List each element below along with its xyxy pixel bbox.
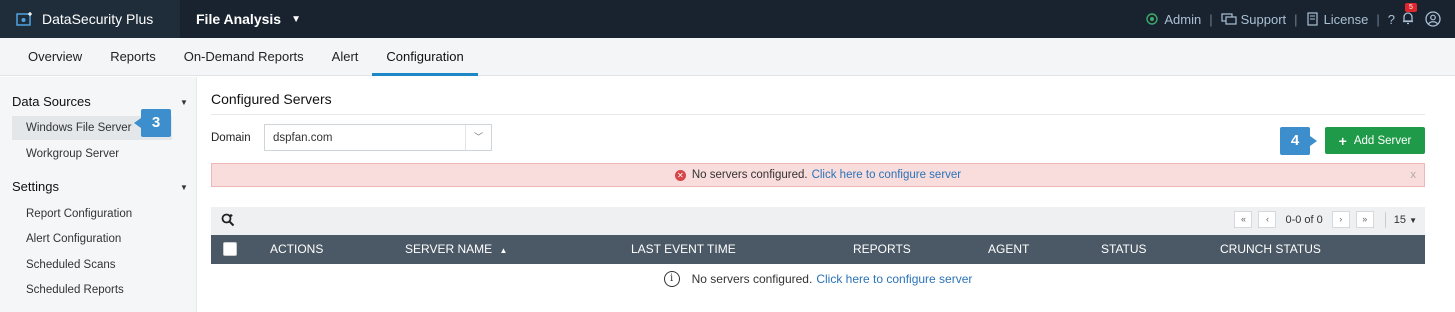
next-page-icon[interactable]: ›	[1331, 211, 1350, 228]
table-header: ACTIONS SERVER NAME ▲ LAST EVENT TIME RE…	[211, 235, 1425, 264]
table-toolbar: « ‹ 0-0 of 0 › » 15 ▼	[211, 207, 1425, 235]
admin-icon	[1146, 13, 1159, 25]
configure-server-link[interactable]: Click here to configure server	[816, 272, 972, 286]
chevron-down-icon[interactable]: ▼	[180, 98, 188, 107]
column-actions: ACTIONS	[270, 242, 324, 256]
column-server-name[interactable]: SERVER NAME ▲	[405, 242, 507, 256]
sort-ascending-icon: ▲	[499, 246, 508, 255]
empty-table-message: i No servers configured. Click here to c…	[211, 264, 1425, 294]
column-crunch-status[interactable]: CRUNCH STATUS	[1220, 242, 1321, 256]
column-reports[interactable]: REPORTS	[853, 242, 911, 256]
divider	[1384, 211, 1386, 228]
tab-alert[interactable]: Alert	[318, 38, 373, 76]
module-name: File Analysis	[196, 11, 282, 27]
first-page-icon[interactable]: «	[1234, 211, 1253, 228]
last-page-icon[interactable]: »	[1355, 211, 1374, 228]
column-last-event-time[interactable]: LAST EVENT TIME	[631, 242, 736, 256]
page-title: Configured Servers	[211, 91, 332, 107]
admin-label: Admin	[1164, 11, 1202, 27]
main-tabs: Overview Reports On-Demand Reports Alert…	[0, 38, 1455, 76]
domain-select[interactable]: dspfan.com ﹀	[264, 124, 492, 151]
chevron-down-icon: ▼	[291, 13, 301, 25]
page-size-value: 15	[1393, 213, 1407, 226]
caret-down-icon: ▼	[1409, 215, 1417, 225]
divider: |	[1209, 11, 1213, 27]
search-icon[interactable]	[221, 213, 235, 227]
support-icon	[1221, 13, 1237, 25]
page-size-select[interactable]: 15 ▼	[1394, 214, 1417, 226]
support-label: Support	[1240, 11, 1287, 27]
sidebar-item-alert-configuration[interactable]: Alert Configuration	[26, 233, 121, 245]
admin-link[interactable]: Admin	[1144, 12, 1201, 27]
user-avatar-icon[interactable]	[1425, 11, 1441, 27]
add-server-label: Add Server	[1353, 134, 1412, 147]
bell-icon	[1403, 12, 1413, 25]
divider: |	[1294, 11, 1298, 27]
prev-page-icon[interactable]: ‹	[1258, 211, 1277, 228]
column-server-name-label: SERVER NAME	[405, 242, 493, 256]
sidebar-section-settings[interactable]: Settings	[12, 179, 59, 194]
close-icon[interactable]: x	[1411, 169, 1417, 181]
step-3-callout: 3	[134, 109, 171, 137]
brand-logo[interactable]: DataSecurity Plus	[0, 0, 180, 38]
top-right-links: Admin | Support | License | ? 5	[1144, 0, 1441, 38]
license-link[interactable]: License	[1306, 11, 1369, 27]
add-server-button[interactable]: + Add Server	[1325, 127, 1425, 154]
top-bar: DataSecurity Plus File Analysis ▼ Admin …	[0, 0, 1455, 38]
select-all-checkbox[interactable]	[223, 242, 237, 256]
tab-configuration[interactable]: Configuration	[372, 38, 478, 76]
sidebar-item-workgroup-server[interactable]: Workgroup Server	[26, 148, 119, 160]
help-icon[interactable]: ?	[1388, 12, 1395, 27]
error-icon: ✕	[674, 169, 686, 181]
plus-icon: +	[1338, 132, 1347, 149]
info-icon: i	[663, 271, 680, 287]
license-label: License	[1323, 11, 1369, 27]
domain-label: Domain	[211, 132, 251, 144]
module-switcher[interactable]: File Analysis ▼	[196, 0, 301, 38]
sidebar-item-report-configuration[interactable]: Report Configuration	[26, 208, 132, 220]
alert-text: No servers configured.	[691, 169, 808, 181]
chevron-down-icon[interactable]: ﹀	[465, 125, 491, 150]
domain-value: dspfan.com	[273, 132, 333, 144]
tab-reports[interactable]: Reports	[96, 38, 170, 76]
sidebar-section-data-sources[interactable]: Data Sources	[12, 94, 91, 109]
support-link[interactable]: Support	[1221, 11, 1287, 27]
brand-name: DataSecurity Plus	[42, 11, 154, 27]
divider	[211, 114, 1425, 115]
page-range: 0-0 of 0	[1285, 213, 1323, 226]
step-4-callout: 4	[1280, 127, 1317, 155]
datasecurity-logo-icon	[16, 12, 32, 26]
error-alert: ✕ No servers configured. Click here to c…	[211, 163, 1425, 187]
chevron-down-icon[interactable]: ▼	[180, 183, 188, 192]
column-agent[interactable]: AGENT	[988, 242, 1029, 256]
sidebar-item-scheduled-reports[interactable]: Scheduled Reports	[26, 284, 124, 296]
license-icon	[1306, 12, 1318, 26]
tab-on-demand-reports[interactable]: On-Demand Reports	[170, 38, 318, 76]
configure-server-link[interactable]: Click here to configure server	[812, 169, 962, 181]
notification-badge: 5	[1405, 3, 1417, 12]
divider: |	[1376, 11, 1380, 27]
pagination: « ‹ 0-0 of 0 › » 15 ▼	[1231, 211, 1417, 228]
column-status[interactable]: STATUS	[1101, 242, 1147, 256]
tab-overview[interactable]: Overview	[14, 38, 96, 76]
empty-text: No servers configured.	[691, 272, 813, 286]
sidebar-item-scheduled-scans[interactable]: Scheduled Scans	[26, 259, 116, 271]
notification-button[interactable]: 5	[1401, 3, 1417, 28]
